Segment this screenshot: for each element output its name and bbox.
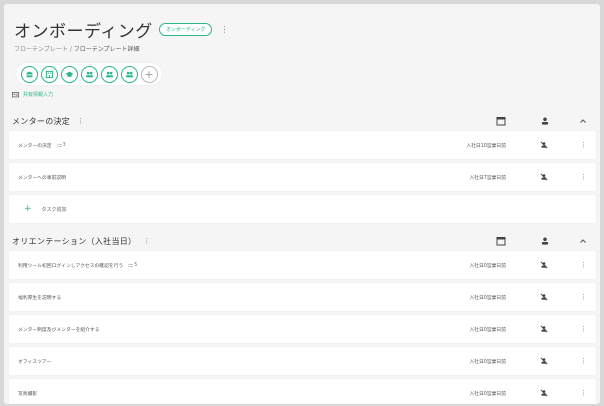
no-assignee-icon[interactable] xyxy=(540,173,548,181)
task-menu-icon[interactable]: ⋮ xyxy=(580,357,587,365)
section-menu-icon[interactable]: ⋮ xyxy=(143,237,150,245)
section-mentor: メンターの決定 ⋮ メンターの決定 3 入社日10営業日前 ⋮ メンターへの事前… xyxy=(9,111,596,223)
subtask-count-value: 3 xyxy=(62,142,66,148)
task-name: 写真撮影 xyxy=(18,391,38,397)
calendar-icon xyxy=(496,117,506,126)
section-header: オリエンテーション（入社当日） ⋮ xyxy=(9,231,596,251)
chevron-up-icon[interactable] xyxy=(578,116,588,126)
id-card-icon xyxy=(12,92,19,98)
subtask-count: 5 xyxy=(128,263,137,268)
task-row[interactable]: オフィスツアー 入社日0営業日前 ⋮ xyxy=(9,347,596,375)
no-assignee-icon[interactable] xyxy=(540,357,548,365)
no-assignee-icon[interactable] xyxy=(540,389,548,397)
title-menu-icon[interactable]: ⋮ xyxy=(220,25,228,34)
breadcrumb-parent[interactable]: フローテンプレート xyxy=(14,46,68,53)
no-assignee-icon[interactable] xyxy=(540,325,548,333)
section-menu-icon[interactable]: ⋮ xyxy=(77,117,84,125)
plus-icon: + xyxy=(24,204,32,214)
task-due: 入社日7営業日前 xyxy=(469,175,506,181)
task-menu-icon[interactable]: ⋮ xyxy=(580,261,587,269)
people-icon[interactable] xyxy=(120,65,138,83)
task-due: 入社日0営業日前 xyxy=(469,391,506,397)
no-assignee-icon[interactable] xyxy=(540,141,548,149)
task-menu-icon[interactable]: ⋮ xyxy=(580,325,587,333)
task-row[interactable]: メンターへの事前説明 入社日7営業日前 ⋮ xyxy=(9,163,596,191)
no-assignee-icon[interactable] xyxy=(540,293,548,301)
task-menu-icon[interactable]: ⋮ xyxy=(580,173,587,181)
trigger-icons-row: + xyxy=(16,63,162,85)
people-icon[interactable] xyxy=(80,65,98,83)
person-icon xyxy=(541,237,549,245)
section-title: オリエンテーション（入社当日） xyxy=(12,236,137,246)
section-header: メンターの決定 ⋮ xyxy=(9,111,596,131)
app-frame: オンボーディング オンボーディング ⋮ フローテンプレート / フローテンプレー… xyxy=(4,4,600,404)
add-task-label: タスク追加 xyxy=(41,206,67,213)
task-row[interactable]: 写真撮影 入社日0営業日前 ⋮ xyxy=(9,379,596,404)
subtask-count: 3 xyxy=(56,142,66,148)
task-row[interactable]: メンターの決定 3 入社日10営業日前 ⋮ xyxy=(9,131,596,159)
task-name: メンターへの事前説明 xyxy=(18,175,66,181)
checklist-icon xyxy=(56,143,62,147)
people-icon[interactable] xyxy=(100,65,118,83)
task-name: 福利厚生を説明する xyxy=(18,295,62,301)
shared-info-link[interactable]: 共有情報入力 xyxy=(12,91,53,98)
graduation-icon[interactable] xyxy=(60,65,78,83)
checklist-icon xyxy=(128,263,134,267)
task-due: 入社日0営業日前 xyxy=(469,263,506,269)
title-row: オンボーディング オンボーディング ⋮ xyxy=(14,18,590,42)
breadcrumb-current: フローテンプレート詳細 xyxy=(73,46,140,53)
flow-category-badge: オンボーディング xyxy=(158,22,213,36)
task-row[interactable]: 福利厚生を説明する 入社日0営業日前 ⋮ xyxy=(9,283,596,311)
task-menu-icon[interactable]: ⋮ xyxy=(580,293,587,301)
task-name: 利用ツール初回ログインしアクセスの確認を行う xyxy=(18,263,124,269)
section-title: メンターの決定 xyxy=(12,116,71,126)
calendar-icon xyxy=(496,237,506,246)
task-due: 入社日0営業日前 xyxy=(469,359,506,365)
team-icon[interactable] xyxy=(20,65,38,83)
task-menu-icon[interactable]: ⋮ xyxy=(580,141,587,149)
breadcrumb: フローテンプレート / フローテンプレート詳細 xyxy=(14,44,590,53)
task-row[interactable]: 利用ツール初回ログインしアクセスの確認を行う 5 入社日0営業日前 ⋮ xyxy=(9,251,596,279)
breadcrumb-separator: / xyxy=(69,46,72,53)
page-header: オンボーディング オンボーディング ⋮ フローテンプレート / フローテンプレー… xyxy=(14,18,590,54)
person-icon xyxy=(541,117,549,125)
task-due: 入社日10営業日前 xyxy=(466,143,506,149)
task-name: オフィスツアー xyxy=(18,359,52,365)
task-name: メンター制度及びメンターを紹介する xyxy=(18,327,100,333)
plus-icon[interactable]: + xyxy=(140,65,158,83)
page-title: オンボーディング xyxy=(14,21,153,42)
section-orientation: オリエンテーション（入社当日） ⋮ 利用ツール初回ログインしアクセスの確認を行う… xyxy=(9,231,596,404)
task-row[interactable]: メンター制度及びメンターを紹介する 入社日0営業日前 ⋮ xyxy=(9,315,596,343)
chevron-up-icon[interactable] xyxy=(578,236,588,246)
no-assignee-icon[interactable] xyxy=(540,261,548,269)
task-due: 入社日0営業日前 xyxy=(469,295,506,301)
subtask-count-value: 5 xyxy=(134,262,138,268)
task-due: 入社日0営業日前 xyxy=(469,327,506,333)
task-menu-icon[interactable]: ⋮ xyxy=(580,389,587,397)
add-task-button[interactable]: + タスク追加 xyxy=(9,195,596,223)
building-icon[interactable] xyxy=(40,65,58,83)
task-name: メンターの決定 xyxy=(18,143,52,149)
shared-info-label: 共有情報入力 xyxy=(23,92,54,98)
